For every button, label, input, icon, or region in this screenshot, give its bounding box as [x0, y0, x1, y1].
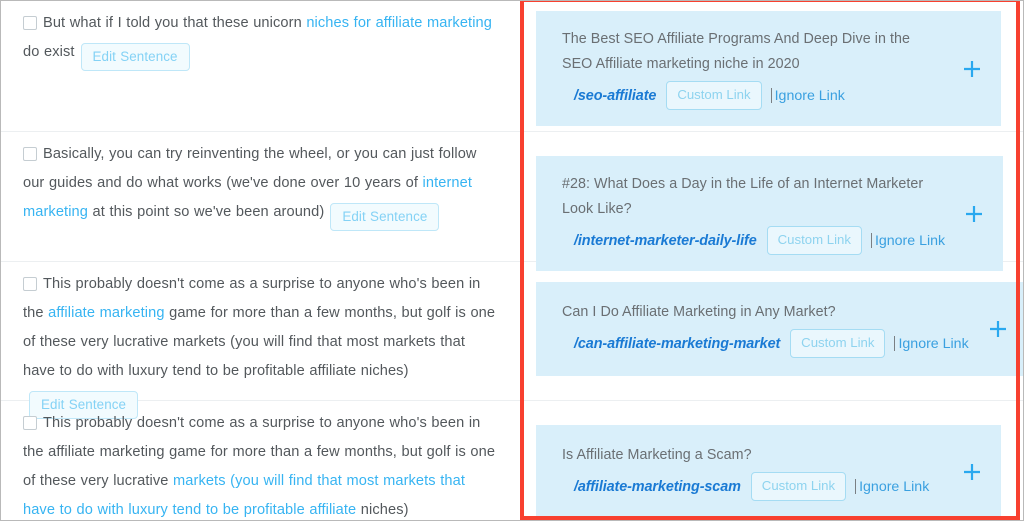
- sentence-suggestion-list: But what if I told you that these unicor…: [1, 1, 1023, 520]
- suggestion-actions: /internet-marketer-daily-life Custom Lin…: [562, 226, 945, 255]
- custom-link-button[interactable]: Custom Link: [750, 472, 847, 501]
- sentence-text: This probably doesn't come as a surprise…: [23, 270, 498, 419]
- table-row: This probably doesn't come as a surprise…: [1, 262, 1023, 419]
- link-suggestion-card: #28: What Does a Day in the Life of an I…: [536, 156, 1004, 271]
- checkbox-unchecked-icon[interactable]: [23, 16, 37, 30]
- ignore-link-button[interactable]: Ignore Link: [898, 336, 968, 352]
- checkbox-unchecked-icon[interactable]: [23, 416, 37, 430]
- sentence-cell: But what if I told you that these unicor…: [1, 1, 520, 79]
- suggestion-actions: /seo-affiliate Custom Link Ignore Link: [562, 81, 943, 110]
- plus-icon[interactable]: [963, 203, 985, 225]
- suggestion-title: Is Affiliate Marketing a Scam?: [562, 447, 752, 463]
- sentence-part-plain: do exist: [23, 44, 75, 60]
- link-suggestions-screen: But what if I told you that these unicor…: [0, 0, 1024, 521]
- suggestion-actions: /affiliate-marketing-scam Custom Link Ig…: [562, 472, 943, 501]
- sentence-part-plain: at this point so we've been around): [87, 204, 325, 220]
- custom-link-button[interactable]: Custom Link: [666, 81, 762, 110]
- edit-sentence-button[interactable]: Edit Sentence: [330, 203, 440, 231]
- action-separator: [870, 233, 872, 248]
- suggestion-slug[interactable]: /seo-affiliate: [574, 88, 656, 104]
- sentence-part-plain: But what if I told you that these unicor…: [43, 15, 307, 31]
- custom-link-button[interactable]: Custom Link: [766, 226, 862, 255]
- suggestion-title: Can I Do Affiliate Marketing in Any Mark…: [562, 304, 836, 320]
- suggestion-title: The Best SEO Affiliate Programs And Deep…: [562, 31, 911, 72]
- table-row: Basically, you can try reinventing the w…: [1, 132, 1023, 271]
- suggestion-cell: Is Affiliate Marketing a Scam? /affiliat…: [520, 401, 1023, 520]
- action-separator: [770, 88, 772, 103]
- ignore-link-button[interactable]: Ignore Link: [775, 88, 845, 104]
- sentence-cell: This probably doesn't come as a surprise…: [1, 401, 520, 520]
- table-row: This probably doesn't come as a surprise…: [1, 401, 1023, 520]
- checkbox-unchecked-icon[interactable]: [23, 277, 37, 291]
- plus-icon[interactable]: [961, 461, 983, 483]
- suggestion-cell: Can I Do Affiliate Marketing in Any Mark…: [520, 262, 1023, 389]
- sentence-text: Basically, you can try reinventing the w…: [23, 140, 498, 231]
- ignore-link-button[interactable]: Ignore Link: [859, 479, 929, 495]
- sentence-text: But what if I told you that these unicor…: [23, 9, 498, 71]
- plus-icon[interactable]: [987, 318, 1009, 340]
- sentence-part-link[interactable]: niches for affiliate marketing: [306, 15, 492, 31]
- suggestion-cell: The Best SEO Affiliate Programs And Deep…: [520, 1, 1023, 139]
- edit-sentence-button[interactable]: Edit Sentence: [80, 43, 190, 71]
- link-suggestion-card: Is Affiliate Marketing a Scam? /affiliat…: [536, 425, 1001, 519]
- custom-link-button[interactable]: Custom Link: [790, 329, 886, 358]
- action-separator: [894, 336, 896, 351]
- sentence-part-plain: Basically, you can try reinventing the w…: [23, 146, 477, 191]
- suggestion-slug[interactable]: /can-affiliate-marketing-market: [574, 336, 780, 352]
- suggestion-actions: /can-affiliate-marketing-market Custom L…: [562, 329, 969, 358]
- sentence-text: This probably doesn't come as a surprise…: [23, 409, 498, 520]
- ignore-link-button[interactable]: Ignore Link: [875, 233, 945, 249]
- suggestion-slug[interactable]: /internet-marketer-daily-life: [574, 233, 757, 249]
- sentence-part-plain: niches): [356, 502, 409, 518]
- sentence-part-link[interactable]: affiliate marketing: [48, 305, 164, 321]
- link-suggestion-card: Can I Do Affiliate Marketing in Any Mark…: [536, 282, 1023, 376]
- plus-icon[interactable]: [961, 58, 983, 80]
- link-suggestion-card: The Best SEO Affiliate Programs And Deep…: [536, 11, 1001, 126]
- suggestion-slug[interactable]: /affiliate-marketing-scam: [574, 479, 741, 495]
- checkbox-unchecked-icon[interactable]: [23, 147, 37, 161]
- sentence-cell: Basically, you can try reinventing the w…: [1, 132, 520, 239]
- table-row: But what if I told you that these unicor…: [1, 1, 1023, 132]
- suggestion-title: #28: What Does a Day in the Life of an I…: [562, 176, 924, 217]
- action-separator: [855, 479, 857, 494]
